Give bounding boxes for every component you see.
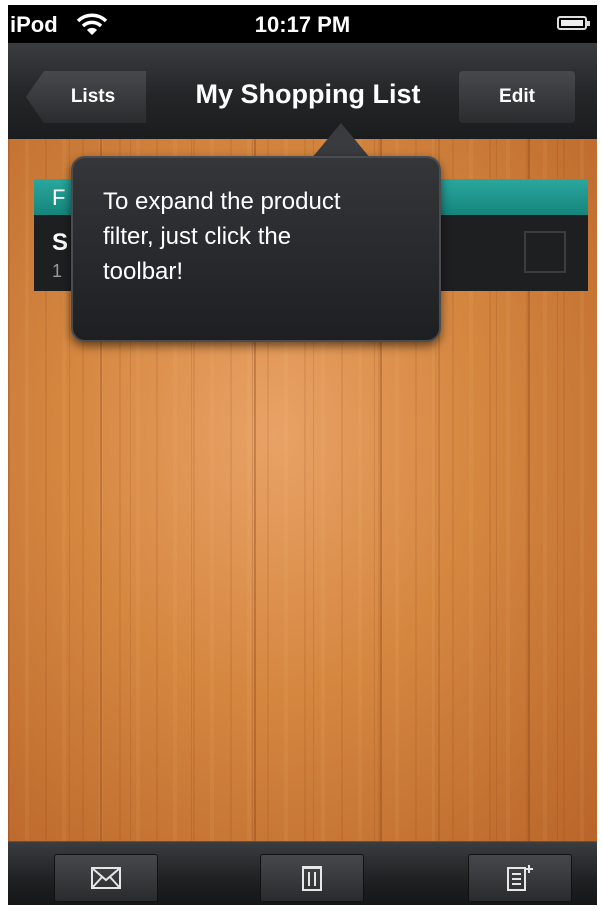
delete-button[interactable] bbox=[260, 854, 364, 902]
back-button[interactable]: Lists bbox=[26, 71, 146, 123]
add-list-icon bbox=[507, 865, 533, 891]
tooltip-line: filter, just click the bbox=[103, 223, 292, 250]
tooltip-popover[interactable]: To expand the product filter, just click… bbox=[71, 156, 441, 342]
list-item-subtitle: 1 bbox=[52, 261, 63, 281]
item-checkbox[interactable] bbox=[524, 231, 566, 273]
device-screen: iPod 10:17 PM Lists My Shopping List Edi… bbox=[8, 5, 597, 905]
tooltip-line: toolbar! bbox=[103, 258, 184, 285]
popover-arrow bbox=[311, 123, 371, 159]
add-list-button[interactable] bbox=[468, 854, 572, 902]
tooltip-text: To expand the product filter, just click… bbox=[103, 184, 423, 289]
bottom-toolbar[interactable] bbox=[8, 841, 597, 905]
tooltip-line: To expand the product bbox=[103, 188, 341, 215]
edit-button[interactable]: Edit bbox=[459, 71, 575, 123]
section-header-label: F bbox=[52, 185, 66, 210]
email-button[interactable] bbox=[54, 854, 158, 902]
mail-icon bbox=[91, 867, 121, 889]
navigation-bar: Lists My Shopping List Edit bbox=[8, 43, 597, 140]
list-item-title: S bbox=[52, 229, 69, 256]
page-title: My Shopping List bbox=[195, 79, 421, 109]
trash-icon bbox=[302, 866, 322, 891]
battery-icon bbox=[557, 16, 590, 30]
status-time: 10:17 PM bbox=[254, 12, 351, 37]
status-bar: iPod 10:17 PM bbox=[8, 5, 597, 43]
